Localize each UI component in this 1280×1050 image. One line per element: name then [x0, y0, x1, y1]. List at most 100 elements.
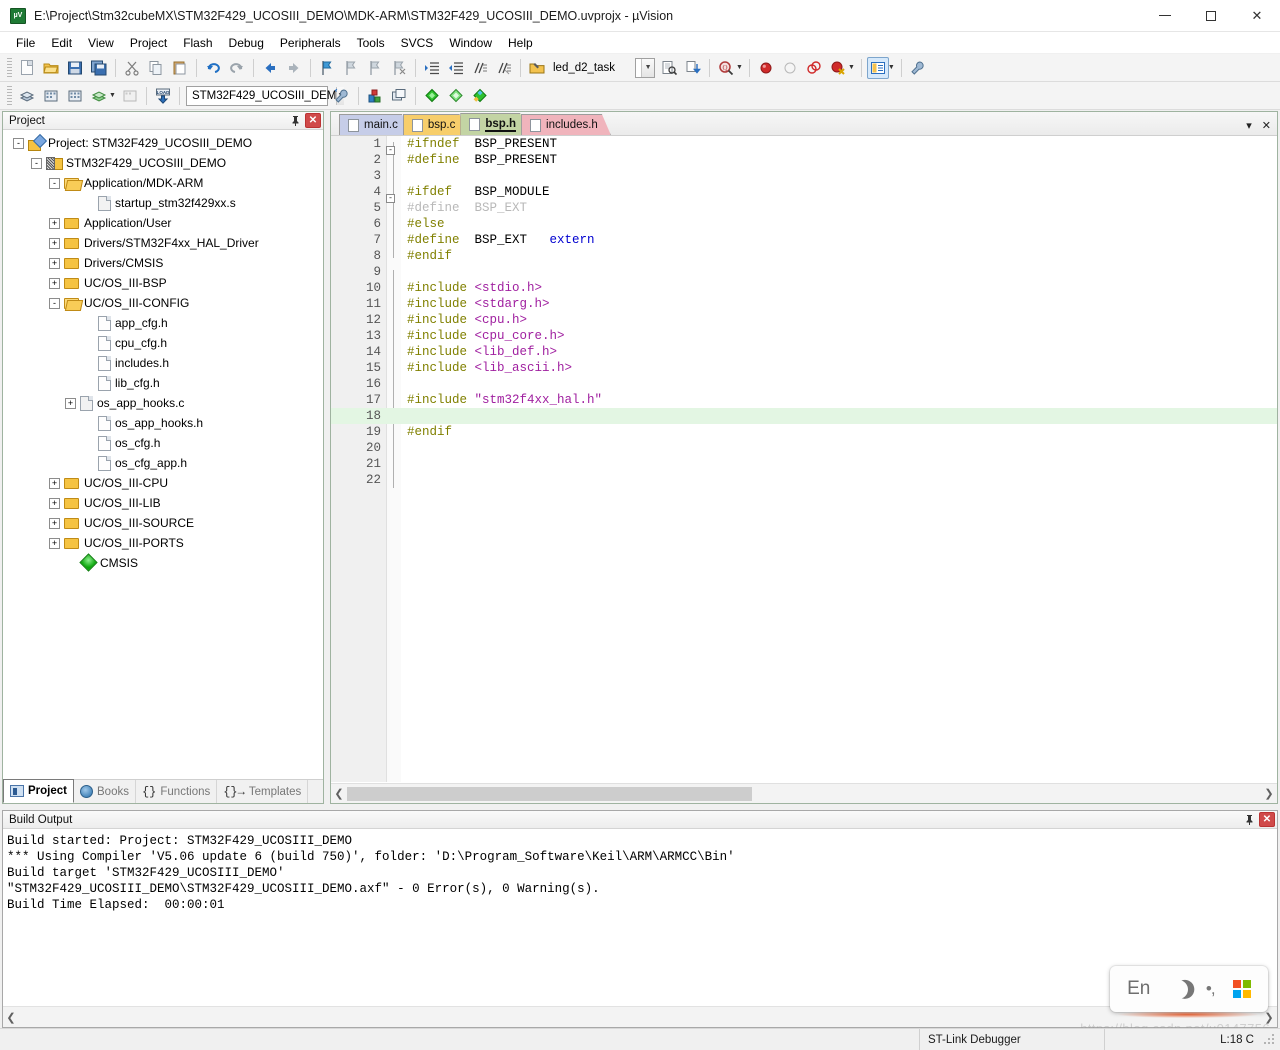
- stop-build-icon[interactable]: [119, 85, 141, 107]
- tree-item-lib-cfg-h[interactable]: lib_cfg.h: [3, 373, 323, 393]
- breakpoint-dropdown-caret[interactable]: ▼: [848, 64, 855, 71]
- build-scroll-right-icon[interactable]: ❯: [1261, 1011, 1277, 1024]
- tree-item-project-root[interactable]: - Project: STM32F429_UCOSIII_DEMO: [3, 133, 323, 153]
- uncomment-icon[interactable]: [493, 57, 515, 79]
- code-line-active[interactable]: 18: [331, 408, 1277, 424]
- insert-snippet-icon[interactable]: [682, 57, 704, 79]
- tree-item-target[interactable]: - STM32F429_UCOSIII_DEMO: [3, 153, 323, 173]
- expander-icon[interactable]: +: [49, 237, 60, 249]
- tree-item-cmsis[interactable]: CMSIS: [3, 553, 323, 573]
- menu-flash[interactable]: Flash: [175, 34, 220, 52]
- build-output-close-icon[interactable]: ✕: [1259, 812, 1275, 827]
- build-pin-icon[interactable]: [1241, 812, 1257, 828]
- expander-icon[interactable]: +: [49, 277, 60, 289]
- tree-item-includes-h[interactable]: includes.h: [3, 353, 323, 373]
- pack-installer-green-icon[interactable]: [421, 85, 443, 107]
- kill-all-breakpoints-icon[interactable]: [827, 57, 849, 79]
- tree-item-application-user[interactable]: + Application/User: [3, 213, 323, 233]
- expander-icon[interactable]: +: [49, 517, 60, 529]
- editor-horizontal-scrollbar[interactable]: ❮ ❯: [331, 783, 1277, 803]
- menu-edit[interactable]: Edit: [43, 34, 80, 52]
- menu-debug[interactable]: Debug: [221, 34, 272, 52]
- code-line[interactable]: 19 #endif: [331, 424, 1277, 440]
- code-line[interactable]: 15 #include <lib_ascii.h>: [331, 360, 1277, 376]
- menu-project[interactable]: Project: [122, 34, 175, 52]
- goto-bookmark-icon[interactable]: [526, 57, 548, 79]
- code-line[interactable]: 12 #include <cpu.h>: [331, 312, 1277, 328]
- microsoft-logo-icon[interactable]: [1232, 980, 1251, 998]
- tab-books[interactable]: Books: [74, 780, 136, 803]
- tree-item-drivers-cmsis[interactable]: + Drivers/CMSIS: [3, 253, 323, 273]
- menu-peripherals[interactable]: Peripherals: [272, 34, 349, 52]
- comment-icon[interactable]: [469, 57, 491, 79]
- open-file-icon[interactable]: [40, 57, 62, 79]
- rebuild-all-icon[interactable]: [64, 85, 86, 107]
- translate-file-icon[interactable]: [16, 85, 38, 107]
- code-line[interactable]: 13 #include <cpu_core.h>: [331, 328, 1277, 344]
- scroll-thumb[interactable]: [347, 786, 752, 801]
- bookmark-field[interactable]: led_d2_task: [549, 62, 615, 74]
- menu-svcs[interactable]: SVCS: [393, 34, 442, 52]
- window-dropdown-caret[interactable]: ▼: [888, 64, 895, 71]
- project-tree[interactable]: - Project: STM32F429_UCOSIII_DEMO - STM3…: [3, 130, 323, 779]
- batch-build-caret[interactable]: ▼: [109, 92, 116, 99]
- tree-item-ucos-cpu[interactable]: + UC/OS_III-CPU: [3, 473, 323, 493]
- outdent-icon[interactable]: [445, 57, 467, 79]
- editor-tab-dropdown-icon[interactable]: ▾: [1246, 119, 1252, 132]
- project-panel-close-icon[interactable]: ✕: [305, 113, 321, 128]
- build-target-icon[interactable]: [40, 85, 62, 107]
- project-window-toggle-icon[interactable]: [866, 56, 889, 79]
- moon-icon[interactable]: [1166, 977, 1190, 1001]
- punctuation-icon[interactable]: •,: [1206, 979, 1216, 999]
- expander-icon[interactable]: +: [49, 537, 60, 549]
- build-scroll-track[interactable]: [19, 1010, 1261, 1024]
- scroll-track[interactable]: [347, 786, 1261, 801]
- code-line[interactable]: 4 - #ifdef BSP_MODULE: [331, 184, 1277, 203]
- target-options-icon[interactable]: [331, 85, 353, 107]
- toggle-bookmark-icon[interactable]: [316, 57, 338, 79]
- minimize-button[interactable]: [1142, 0, 1188, 32]
- code-line[interactable]: 22: [331, 472, 1277, 488]
- tree-item-drivers-hal[interactable]: + Drivers/STM32F4xx_HAL_Driver: [3, 233, 323, 253]
- manage-run-time-env-icon[interactable]: [364, 85, 386, 107]
- pack-installer-multi-icon[interactable]: [469, 85, 491, 107]
- batch-build-icon[interactable]: [88, 85, 110, 107]
- pack-installer-light-icon[interactable]: [445, 85, 467, 107]
- indent-icon[interactable]: [421, 57, 443, 79]
- disable-all-breakpoints-icon[interactable]: [803, 57, 825, 79]
- save-all-icon[interactable]: [88, 57, 110, 79]
- find-dropdown-caret[interactable]: ▼: [736, 64, 743, 71]
- code-line[interactable]: 14 #include <lib_def.h>: [331, 344, 1277, 360]
- code-line[interactable]: 20: [331, 440, 1277, 456]
- toolbar-grip[interactable]: [7, 57, 12, 78]
- next-bookmark-icon[interactable]: [340, 57, 362, 79]
- maximize-button[interactable]: [1188, 0, 1234, 32]
- expander-icon[interactable]: +: [49, 477, 60, 489]
- tree-item-cpu-cfg-h[interactable]: cpu_cfg.h: [3, 333, 323, 353]
- scroll-left-icon[interactable]: ❮: [331, 787, 347, 800]
- code-line[interactable]: 9: [331, 264, 1277, 280]
- tree-item-os-app-hooks-c[interactable]: + os_app_hooks.c: [3, 393, 323, 413]
- editor-tab-close-icon[interactable]: ✕: [1262, 119, 1271, 132]
- build-horizontal-scrollbar[interactable]: ❮ ❯: [3, 1006, 1277, 1027]
- find-icon[interactable]: Q: [715, 57, 737, 79]
- find-in-files-icon[interactable]: [658, 57, 680, 79]
- scroll-right-icon[interactable]: ❯: [1261, 787, 1277, 800]
- prev-bookmark-icon[interactable]: [364, 57, 386, 79]
- clear-bookmarks-icon[interactable]: [388, 57, 410, 79]
- tab-functions[interactable]: {} Functions: [136, 780, 218, 803]
- expander-icon[interactable]: -: [13, 137, 24, 149]
- ime-language-bar[interactable]: En •,: [1110, 966, 1268, 1012]
- code-line[interactable]: 11 #include <stdarg.h>: [331, 296, 1277, 312]
- paste-icon[interactable]: [169, 57, 191, 79]
- configuration-wizard-icon[interactable]: [907, 57, 929, 79]
- ime-language-label[interactable]: En: [1127, 978, 1150, 1000]
- expander-icon[interactable]: +: [49, 497, 60, 509]
- expander-icon[interactable]: +: [65, 397, 76, 409]
- tree-item-os-cfg-app-h[interactable]: os_cfg_app.h: [3, 453, 323, 473]
- new-file-icon[interactable]: [16, 57, 38, 79]
- download-to-flash-icon[interactable]: LOAD: [152, 85, 174, 107]
- tab-templates[interactable]: {}→ Templates: [217, 780, 309, 803]
- cut-icon[interactable]: [121, 57, 143, 79]
- tree-item-startup-file[interactable]: startup_stm32f429xx.s: [3, 193, 323, 213]
